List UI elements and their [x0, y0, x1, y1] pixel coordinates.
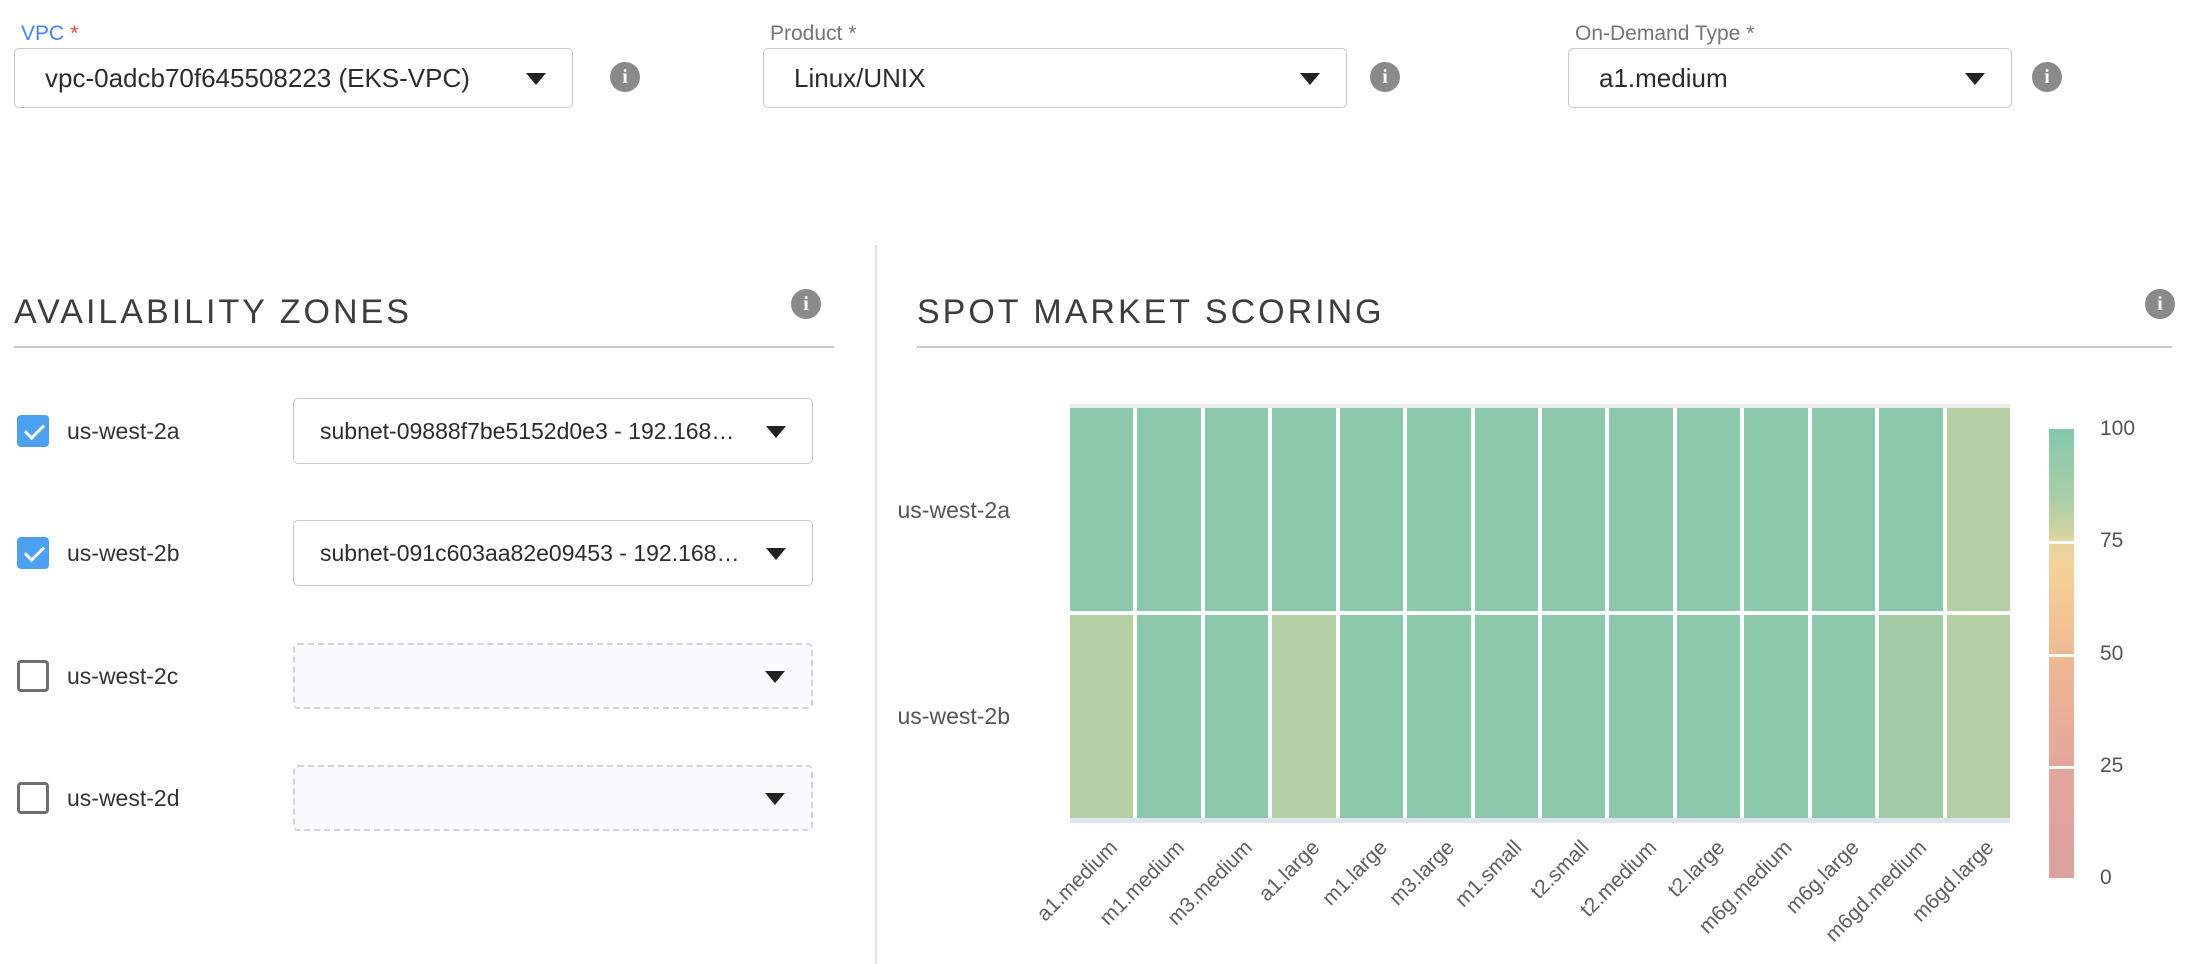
heatmap-cell-us-west-2b-m6g.large[interactable] — [1812, 615, 1875, 818]
spot-market-scoring-rule — [917, 346, 2172, 348]
az-subnet-value-us-west-2b: subnet-091c603aa82e09453 - 192.168… — [320, 540, 739, 567]
heatmap-cell-us-west-2b-m6g.medium[interactable] — [1744, 615, 1807, 818]
colorbar-tick-line-25 — [2049, 766, 2074, 769]
az-checkbox-us-west-2d[interactable] — [17, 782, 49, 814]
colorbar — [2049, 429, 2074, 878]
heatmap-cell-us-west-2a-m6gd.medium[interactable] — [1879, 408, 1942, 611]
section-vertical-divider — [875, 245, 877, 964]
product-select[interactable]: Linux/UNIX — [763, 48, 1347, 108]
availability-zones-rule — [14, 346, 834, 348]
chevron-down-icon — [765, 793, 785, 805]
az-zone-label-us-west-2c: us-west-2c — [67, 662, 178, 690]
vpc-field-label-text: VPC — [21, 22, 64, 45]
on-demand-type-label-text: On-Demand Type — [1575, 22, 1740, 45]
chevron-down-icon — [766, 426, 786, 438]
vpc-select-value: vpc-0adcb70f645508223 (EKS-VPC) — [45, 63, 470, 94]
az-subnet-select-us-west-2c — [293, 643, 813, 709]
heatmap-cell-us-west-2b-a1.medium[interactable] — [1070, 615, 1133, 818]
heatmap-cell-us-west-2a-m6g.medium[interactable] — [1744, 408, 1807, 611]
colorbar-tick-line-75 — [2049, 541, 2074, 544]
heatmap-cell-us-west-2b-t2.medium[interactable] — [1609, 615, 1672, 818]
heatmap-cell-us-west-2a-m3.medium[interactable] — [1205, 408, 1268, 611]
spot-market-scoring-title: SPOT MARKET SCORING — [917, 292, 1385, 332]
heatmap-cell-us-west-2a-m1.medium[interactable] — [1137, 408, 1200, 611]
heatmap-cell-us-west-2a-t2.large[interactable] — [1677, 408, 1740, 611]
chevron-down-icon — [765, 671, 785, 683]
az-checkbox-us-west-2b[interactable] — [17, 537, 49, 569]
vpc-info-icon[interactable]: i — [610, 62, 640, 92]
az-subnet-select-us-west-2a[interactable]: subnet-09888f7be5152d0e3 - 192.168… — [293, 398, 813, 464]
colorbar-label-0: 0 — [2100, 865, 2170, 891]
chevron-down-icon — [1300, 73, 1320, 85]
colorbar-label-100: 100 — [2100, 416, 2170, 442]
chevron-down-icon — [766, 548, 786, 560]
availability-zones-info-icon[interactable]: i — [791, 289, 821, 319]
heatmap-cell-us-west-2a-t2.small[interactable] — [1542, 408, 1605, 611]
chevron-down-icon — [1965, 73, 1985, 85]
spot-market-scoring-info-icon[interactable]: i — [2145, 289, 2175, 319]
spot-instance-config-panel: VPC * vpc-0adcb70f645508223 (EKS-VPC) i P… — [0, 0, 2196, 964]
colorbar-label-75: 75 — [2100, 528, 2170, 554]
y-axis-label-us-west-2b: us-west-2b — [860, 702, 1010, 730]
heatmap-cell-us-west-2b-m1.medium[interactable] — [1137, 615, 1200, 818]
heatmap-cell-us-west-2a-m1.small[interactable] — [1475, 408, 1538, 611]
x-tick-t2.medium: t2.medium — [1609, 826, 1672, 962]
availability-zones-title: AVAILABILITY ZONES — [14, 292, 412, 332]
heatmap-cell-us-west-2a-m3.large[interactable] — [1407, 408, 1470, 611]
heatmap-cell-us-west-2a-m1.large[interactable] — [1340, 408, 1403, 611]
x-tick-m6gd.large: m6gd.large — [1947, 826, 2010, 962]
y-axis-label-us-west-2a: us-west-2a — [860, 496, 1010, 524]
product-field-label-text: Product — [770, 22, 842, 45]
on-demand-type-select[interactable]: a1.medium — [1568, 48, 2012, 108]
vpc-select[interactable]: vpc-0adcb70f645508223 (EKS-VPC) — [14, 48, 573, 108]
az-zone-label-us-west-2a: us-west-2a — [67, 417, 179, 445]
heatmap-cell-us-west-2a-t2.medium[interactable] — [1609, 408, 1672, 611]
az-subnet-select-us-west-2b[interactable]: subnet-091c603aa82e09453 - 192.168… — [293, 520, 813, 586]
x-axis: a1.mediumm1.mediumm3.mediuma1.largem1.la… — [1070, 826, 2010, 962]
on-demand-type-field-label: On-Demand Type * — [1575, 22, 1755, 46]
product-select-value: Linux/UNIX — [794, 63, 926, 94]
heatmap-cell-us-west-2b-m3.large[interactable] — [1407, 615, 1470, 818]
az-checkbox-us-west-2a[interactable] — [17, 415, 49, 447]
vpc-field-label: VPC * — [21, 22, 78, 46]
heatmap-cell-us-west-2b-m1.small[interactable] — [1475, 615, 1538, 818]
colorbar-label-50: 50 — [2100, 641, 2170, 667]
heatmap-cell-us-west-2b-t2.large[interactable] — [1677, 615, 1740, 818]
on-demand-type-info-icon[interactable]: i — [2032, 62, 2062, 92]
az-subnet-value-us-west-2a: subnet-09888f7be5152d0e3 - 192.168… — [320, 418, 734, 445]
heatmap-cell-us-west-2b-m6gd.medium[interactable] — [1879, 615, 1942, 818]
az-zone-label-us-west-2b: us-west-2b — [67, 539, 179, 567]
product-field-label: Product * — [770, 22, 857, 46]
heatmap-cell-us-west-2a-m6g.large[interactable] — [1812, 408, 1875, 611]
on-demand-type-select-value: a1.medium — [1599, 63, 1728, 94]
heatmap-grid — [1070, 408, 2010, 818]
heatmap-cell-us-west-2a-m6gd.large[interactable] — [1947, 408, 2010, 611]
vpc-required-asterisk: * — [70, 22, 78, 45]
chevron-down-icon — [526, 73, 546, 85]
heatmap-cell-us-west-2b-m6gd.large[interactable] — [1947, 615, 2010, 818]
colorbar-tick-line-50 — [2049, 654, 2074, 657]
x-tick-m1.small: m1.small — [1475, 826, 1538, 962]
az-zone-label-us-west-2d: us-west-2d — [67, 784, 179, 812]
heatmap-cell-us-west-2b-t2.small[interactable] — [1542, 615, 1605, 818]
heatmap-cell-us-west-2b-m1.large[interactable] — [1340, 615, 1403, 818]
heatmap-cell-us-west-2a-a1.medium[interactable] — [1070, 408, 1133, 611]
on-demand-type-required-asterisk: * — [1746, 22, 1754, 45]
az-checkbox-us-west-2c[interactable] — [17, 660, 49, 692]
heatmap-cell-us-west-2a-a1.large[interactable] — [1272, 408, 1335, 611]
az-subnet-select-us-west-2d — [293, 765, 813, 831]
heatmap-bottom-strip — [1070, 818, 2010, 823]
colorbar-label-25: 25 — [2100, 753, 2170, 779]
product-info-icon[interactable]: i — [1370, 62, 1400, 92]
heatmap-cell-us-west-2b-a1.large[interactable] — [1272, 615, 1335, 818]
heatmap-cell-us-west-2b-m3.medium[interactable] — [1205, 615, 1268, 818]
product-required-asterisk: * — [848, 22, 856, 45]
